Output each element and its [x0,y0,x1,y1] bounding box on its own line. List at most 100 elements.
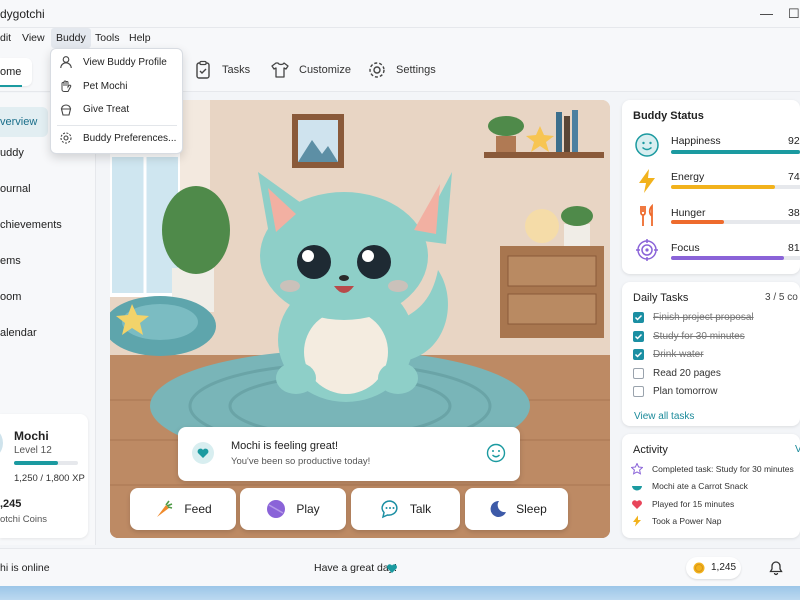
stat-happiness-fill [671,150,800,154]
stat-happiness-bar [671,150,800,154]
stat-energy-bar [671,185,800,189]
menu-item-view-buddy-profile[interactable]: View Buddy Profile [59,55,167,69]
menu-item-label: View Buddy Profile [83,56,167,68]
sidebar-item-buddy[interactable]: uddy [0,147,24,159]
stat-focus-value: 81 [788,242,800,254]
carrot-icon [157,500,173,517]
tab-tasks[interactable]: Tasks [193,48,250,92]
play-button[interactable]: Play [240,488,346,530]
sidebar-item-label: verview [0,116,38,128]
sidebar-item-label: oom [0,291,22,303]
heart-icon [192,442,214,464]
task-label: Read 20 pages [653,368,721,379]
check-icon [634,314,643,321]
heart-icon [387,564,397,573]
bell-icon[interactable] [768,560,784,576]
coin-icon [693,562,705,574]
activity-panel: Activity V Completed task: Study for 30 … [622,434,800,538]
maximize-button[interactable]: ☐ [788,6,800,22]
stat-energy-value: 74 [788,171,800,183]
menu-view[interactable]: View [22,32,45,44]
bolt-icon [639,169,655,193]
sidebar-item-achievements[interactable]: chievements [0,219,62,231]
task-item[interactable]: Study for 30 minutes [633,331,745,342]
task-label: Study for 30 minutes [653,331,745,342]
target-icon [636,239,658,261]
view-all-tasks-link[interactable]: View all tasks [634,411,694,422]
menu-help[interactable]: Help [129,32,151,44]
speech-subtitle: You've been so productive today! [231,456,371,467]
bowl-icon [632,486,642,491]
menu-item-label: Pet Mochi [83,80,128,92]
task-item[interactable]: Read 20 pages [633,368,721,379]
menu-divider [57,125,177,126]
sidebar-item-items[interactable]: ems [0,255,21,267]
stat-hunger-value: 38 [788,207,800,219]
sidebar-item-room[interactable]: oom [0,291,21,303]
menu-item-label: Buddy Preferences... [83,132,177,144]
buddy-status-title: Buddy Status [633,110,704,122]
sidebar-item-journal[interactable]: ournal [0,183,31,195]
feed-button[interactable]: Feed [130,488,236,530]
tab-settings-label: Settings [396,64,436,76]
stat-hunger-bar [671,220,800,224]
checkbox-unchecked[interactable] [633,368,644,379]
task-item[interactable]: Plan tomorrow [633,386,717,397]
checkbox-checked[interactable] [633,331,644,342]
minimize-button[interactable]: — [760,6,773,21]
tab-home-label: ome [0,66,22,78]
tab-tasks-label: Tasks [222,64,251,76]
menu-tools[interactable]: Tools [95,32,120,44]
menu-item-buddy-preferences[interactable]: Buddy Preferences... [59,131,176,145]
sleep-button[interactable]: Sleep [465,488,568,530]
checkbox-checked[interactable] [633,312,644,323]
task-label: Drink water [653,349,704,360]
os-taskbar [0,586,800,600]
checkbox-checked[interactable] [633,349,644,360]
buddy-menu-dropdown: View Buddy Profile Pet Mochi Give Treat … [50,48,183,154]
sidebar-item-calendar[interactable]: alendar [0,327,37,339]
activity-text: Took a Power Nap [652,516,722,526]
tab-customize-label: Customize [299,64,351,76]
sleep-button-label: Sleep [516,502,547,516]
task-label: Finish project proposal [653,312,754,323]
gear-icon [369,62,385,78]
star-icon [631,463,643,475]
online-status: hi is online [0,562,50,574]
sidebar-item-overview[interactable]: verview [0,107,48,137]
activity-title: Activity [633,444,668,456]
bolt-icon [633,515,641,527]
menu-buddy[interactable]: Buddy [51,28,91,48]
task-label: Plan tomorrow [653,386,718,397]
status-bar: hi is online Have a great day! 1,245 [0,548,800,586]
task-item[interactable]: Drink water [633,349,704,360]
checkbox-unchecked[interactable] [633,386,644,397]
smiley-icon [635,133,659,157]
sidebar-item-label: ournal [0,183,31,195]
tab-customize[interactable]: Customize [270,48,351,92]
coin-balance[interactable]: 1,245 [686,557,741,579]
sidebar-item-label: ems [0,255,21,267]
task-item[interactable]: Finish project proposal [633,312,754,323]
activity-item: Completed task: Study for 30 minutes [631,463,794,475]
chat-bubble-icon [381,500,398,519]
activity-view-link[interactable]: V [795,444,800,455]
check-icon [634,333,643,340]
menu-edit[interactable]: dit [0,32,11,44]
title-bar: dygotchi — ☐ [0,0,800,28]
menu-item-pet-mochi[interactable]: Pet Mochi [59,79,127,93]
buddy-level: Level 12 [14,445,52,456]
sidebar-item-label: chievements [0,219,62,231]
home-tab-indicator [0,85,22,87]
tab-settings[interactable]: Settings [367,48,436,92]
talk-button[interactable]: Talk [351,488,460,530]
buddy-profile-card[interactable]: Mochi Level 12 1,250 / 1,800 XP ,245 otc… [0,414,88,538]
menu-item-give-treat[interactable]: Give Treat [59,102,129,116]
menu-item-label: Give Treat [83,103,130,115]
xp-bar [14,461,78,465]
clipboard-check-icon [196,60,210,79]
buddy-status-panel: Buddy Status Happiness 92 Energy 74 Hung… [622,100,800,274]
status-message: Have a great day! [314,562,397,574]
activity-text: Mochi ate a Carrot Snack [652,481,748,491]
tab-home[interactable]: ome [0,58,32,86]
